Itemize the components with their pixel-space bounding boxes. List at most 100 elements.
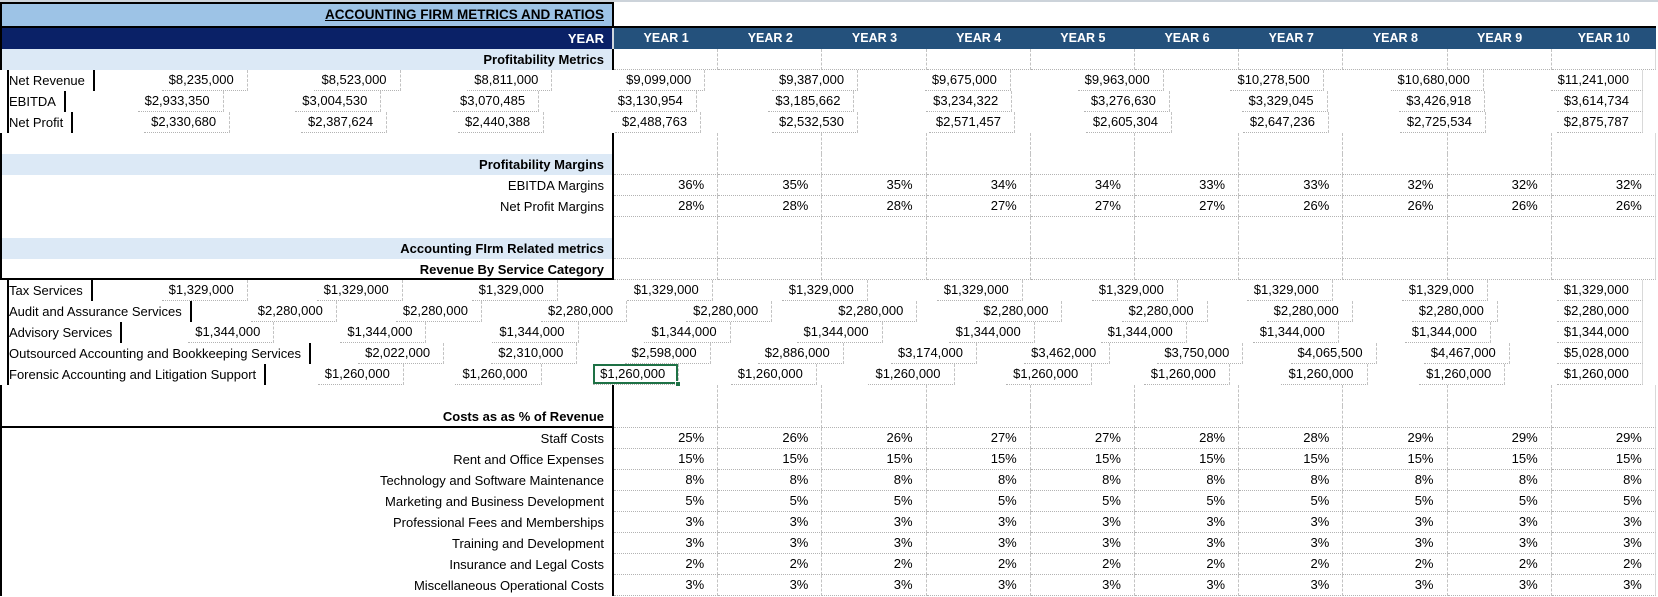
money-cell[interactable]: $3,130,954 — [610, 91, 697, 112]
percent-cell[interactable]: 3% — [822, 575, 927, 596]
fill-handle[interactable] — [675, 381, 682, 387]
percent-cell[interactable]: 3% — [1343, 575, 1448, 596]
percent-cell[interactable]: 32% — [1551, 175, 1656, 196]
row-label[interactable]: Forensic Accounting and Litigation Suppo… — [7, 364, 267, 385]
blank-cell[interactable] — [1551, 238, 1656, 259]
percent-cell[interactable]: 3% — [1134, 575, 1240, 596]
blank-cell[interactable] — [1239, 49, 1344, 70]
percent-cell[interactable]: 3% — [1343, 512, 1448, 533]
percent-cell[interactable]: 3% — [1134, 533, 1240, 554]
money-cell[interactable]: $2,886,000 — [757, 343, 844, 364]
percent-cell[interactable]: 15% — [614, 449, 719, 470]
money-cell[interactable]: $4,065,500 — [1290, 343, 1377, 364]
year-header-label[interactable]: YEAR — [0, 28, 614, 49]
row-label[interactable]: EBITDA Margins — [0, 175, 614, 196]
row-label[interactable]: EBITDA — [7, 91, 66, 112]
money-cell[interactable]: $1,329,000 — [1246, 280, 1333, 301]
blank-cell[interactable] — [1239, 154, 1344, 175]
blank-cell[interactable] — [1030, 238, 1135, 259]
row-label[interactable]: Miscellaneous Operational Costs — [0, 575, 614, 596]
money-cell[interactable]: $1,329,000 — [316, 280, 403, 301]
blank-cell[interactable] — [718, 154, 823, 175]
percent-cell[interactable]: 3% — [1447, 575, 1552, 596]
percent-cell[interactable]: 3% — [1551, 575, 1656, 596]
money-cell[interactable]: $1,344,000 — [948, 322, 1035, 343]
percent-cell[interactable]: 5% — [1551, 491, 1656, 512]
blank-cell[interactable] — [1343, 154, 1448, 175]
percent-cell[interactable]: 3% — [614, 512, 719, 533]
percent-cell[interactable]: 8% — [1030, 470, 1135, 491]
blank-cell[interactable] — [926, 406, 1031, 428]
blank-cell[interactable] — [822, 406, 927, 428]
blank-cell[interactable] — [822, 49, 927, 70]
percent-cell[interactable]: 2% — [822, 554, 927, 575]
percent-cell[interactable]: 26% — [1551, 196, 1656, 217]
percent-cell[interactable]: 27% — [926, 196, 1031, 217]
money-cell[interactable]: $2,488,763 — [614, 112, 702, 133]
money-cell[interactable]: $8,811,000 — [467, 70, 553, 91]
percent-cell[interactable]: 15% — [926, 449, 1031, 470]
percent-cell[interactable]: 8% — [1134, 470, 1240, 491]
blank-cell[interactable] — [1239, 406, 1344, 428]
money-cell[interactable]: $1,260,000 — [317, 364, 404, 385]
money-cell[interactable]: $2,647,236 — [1242, 112, 1329, 133]
money-cell[interactable]: $1,260,000 — [455, 364, 542, 385]
blank-cell[interactable] — [1343, 259, 1448, 280]
money-cell[interactable]: $1,344,000 — [492, 322, 579, 343]
money-cell[interactable]: $2,387,624 — [301, 112, 388, 133]
percent-cell[interactable]: 2% — [1447, 554, 1552, 575]
money-cell[interactable]: $1,329,000 — [1401, 280, 1488, 301]
money-cell[interactable]: $1,260,000 — [1143, 364, 1230, 385]
percent-cell[interactable]: 26% — [822, 428, 927, 449]
blank-cell[interactable] — [1343, 238, 1448, 259]
blank-cell[interactable] — [1552, 133, 1656, 154]
money-cell[interactable]: $9,099,000 — [619, 70, 706, 91]
percent-cell[interactable]: 27% — [1030, 196, 1135, 217]
percent-cell[interactable]: 29% — [1551, 428, 1656, 449]
column-header[interactable]: YEAR 1 — [614, 28, 719, 49]
blank-cell[interactable] — [822, 217, 927, 238]
row-label[interactable]: Advisory Services — [7, 322, 123, 343]
percent-cell[interactable]: 5% — [926, 491, 1031, 512]
percent-cell[interactable]: 3% — [926, 512, 1031, 533]
percent-cell[interactable]: 3% — [1551, 533, 1656, 554]
money-cell[interactable]: $2,280,000 — [1266, 301, 1353, 322]
blank-cell[interactable] — [1343, 385, 1448, 406]
blank-cell[interactable] — [1135, 133, 1240, 154]
row-label[interactable]: Training and Development — [0, 533, 614, 554]
percent-cell[interactable]: 28% — [822, 196, 927, 217]
row-label[interactable]: Staff Costs — [0, 428, 614, 449]
section-label[interactable]: Profitability Metrics — [0, 49, 614, 70]
money-cell[interactable]: $2,330,680 — [144, 112, 231, 133]
money-cell[interactable]: $1,344,000 — [796, 322, 883, 343]
blank-cell[interactable] — [1030, 406, 1135, 428]
blank-cell[interactable] — [1551, 259, 1656, 280]
percent-cell[interactable]: 3% — [926, 533, 1031, 554]
percent-cell[interactable]: 15% — [1343, 449, 1448, 470]
money-cell[interactable]: $11,241,000 — [1550, 70, 1643, 91]
blank-cell[interactable] — [1030, 154, 1135, 175]
column-header[interactable]: YEAR 3 — [822, 28, 927, 49]
money-cell[interactable]: $3,070,485 — [453, 91, 540, 112]
percent-cell[interactable]: 28% — [614, 196, 719, 217]
blank-cell[interactable] — [1551, 154, 1656, 175]
money-cell[interactable]: $10,278,500 — [1230, 70, 1324, 91]
percent-cell[interactable]: 34% — [1030, 175, 1135, 196]
blank-cell[interactable] — [1134, 259, 1240, 280]
row-label[interactable] — [0, 133, 614, 154]
percent-cell[interactable]: 15% — [1551, 449, 1656, 470]
percent-cell[interactable]: 5% — [1343, 491, 1448, 512]
percent-cell[interactable]: 34% — [926, 175, 1031, 196]
percent-cell[interactable]: 8% — [1447, 470, 1552, 491]
percent-cell[interactable]: 26% — [1239, 196, 1344, 217]
money-cell[interactable]: $3,614,734 — [1556, 91, 1643, 112]
blank-cell[interactable] — [1448, 217, 1552, 238]
blank-cell[interactable] — [926, 154, 1031, 175]
percent-cell[interactable]: 5% — [1239, 491, 1344, 512]
percent-cell[interactable]: 35% — [822, 175, 927, 196]
percent-cell[interactable]: 8% — [822, 470, 927, 491]
blank-cell[interactable] — [1239, 385, 1344, 406]
money-cell[interactable]: $10,680,000 — [1390, 70, 1484, 91]
money-cell[interactable]: $9,675,000 — [924, 70, 1011, 91]
percent-cell[interactable]: 3% — [822, 533, 927, 554]
